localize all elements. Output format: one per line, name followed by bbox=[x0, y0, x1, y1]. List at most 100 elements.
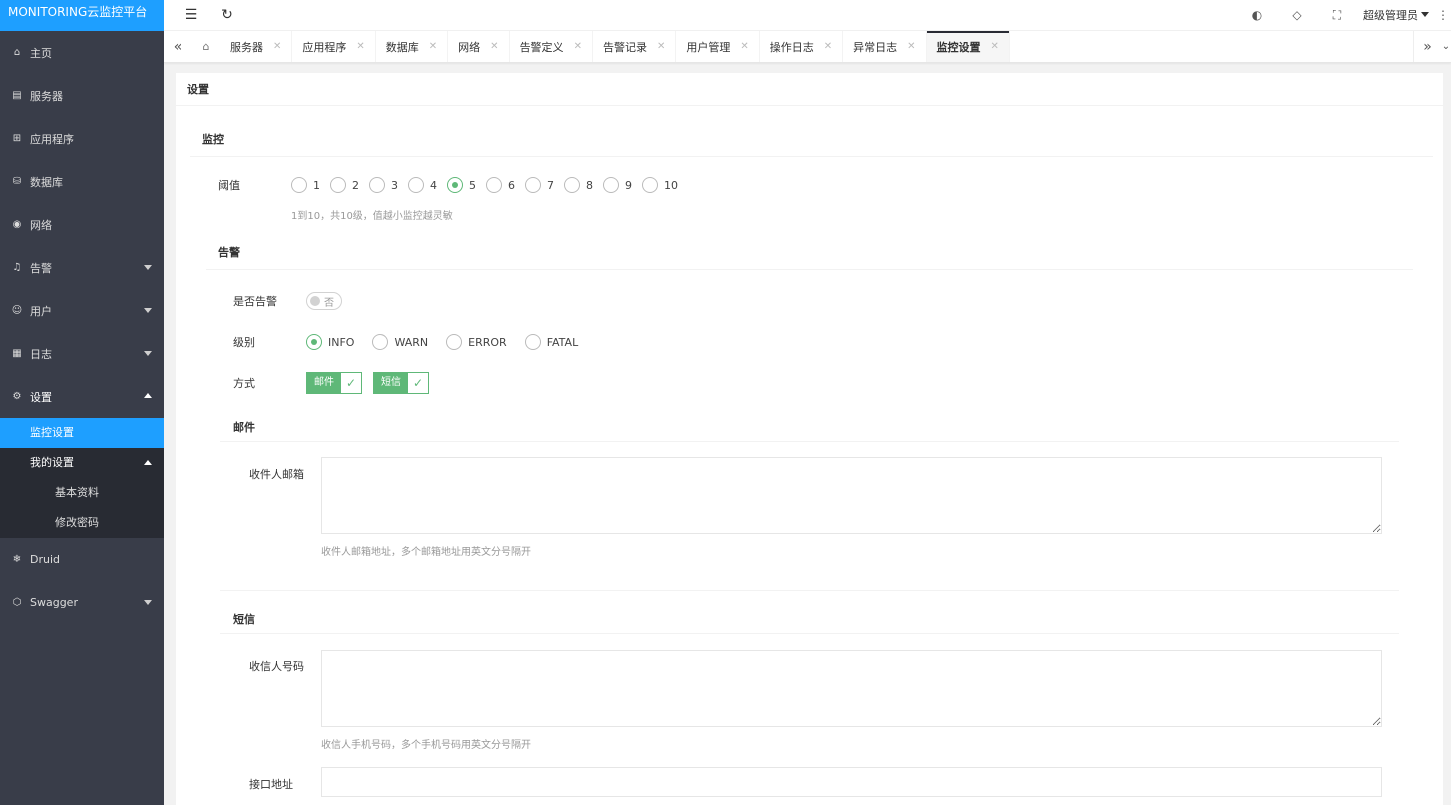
fullscreen-icon[interactable]: ⛶ bbox=[1317, 8, 1357, 23]
close-icon[interactable]: ✕ bbox=[740, 41, 748, 52]
method-mail-checkbox[interactable]: 邮件 ✓ bbox=[306, 372, 362, 394]
sidebar-item-swagger[interactable]: ⬡ Swagger bbox=[0, 581, 164, 624]
tab-alarm-definition[interactable]: 告警定义 ✕ bbox=[510, 31, 593, 62]
sidebar-item-profile[interactable]: 基本资料 bbox=[0, 478, 164, 508]
close-icon[interactable]: ✕ bbox=[429, 41, 437, 52]
sidebar-item-log[interactable]: ▦ 日志 bbox=[0, 332, 164, 375]
tab-label: 应用程序 bbox=[302, 40, 347, 54]
method-sms-checkbox[interactable]: 短信 ✓ bbox=[373, 372, 429, 394]
sidebar-item-label: 用户 bbox=[30, 304, 52, 318]
level-radio-fatal[interactable]: FATAL bbox=[524, 334, 578, 350]
tag-icon[interactable]: ◇ bbox=[1277, 8, 1317, 22]
refresh-icon[interactable]: ↻ bbox=[212, 7, 242, 23]
alarm-enable-switch[interactable]: 否 bbox=[306, 292, 342, 310]
sidebar: MONITORING云监控平台 ⌂ 主页 ▤ 服务器 ⊞ 应用程序 ⛁ 数据库 … bbox=[0, 0, 164, 805]
chevron-down-icon bbox=[144, 265, 152, 270]
close-icon[interactable]: ✕ bbox=[824, 41, 832, 52]
chevron-up-icon bbox=[144, 393, 152, 398]
admin-menu[interactable]: 超级管理员 bbox=[1357, 7, 1435, 23]
database-icon: ⛁ bbox=[12, 176, 22, 187]
threshold-radio-1[interactable]: 1 bbox=[291, 177, 320, 193]
radio-label: 4 bbox=[430, 178, 437, 192]
level-radio-warn[interactable]: WARN bbox=[372, 334, 428, 350]
tab-app[interactable]: 应用程序 ✕ bbox=[292, 31, 376, 62]
mail-recipient-hint: 收件人邮箱地址，多个邮箱地址用英文分号隔开 bbox=[321, 547, 531, 558]
radio-label: 3 bbox=[391, 178, 398, 192]
close-icon[interactable]: ✕ bbox=[907, 41, 915, 52]
sidebar-item-database[interactable]: ⛁ 数据库 bbox=[0, 160, 164, 203]
threshold-radio-5[interactable]: 5 bbox=[447, 177, 476, 193]
close-icon[interactable]: ✕ bbox=[657, 41, 665, 52]
monitor-title: 监控 bbox=[190, 123, 1433, 157]
tab-alarm-record[interactable]: 告警记录 ✕ bbox=[593, 31, 677, 62]
alarm-enable-row: 是否告警 否 bbox=[233, 292, 342, 310]
tab-network[interactable]: 网络 ✕ bbox=[448, 31, 510, 62]
threshold-radio-2[interactable]: 2 bbox=[330, 177, 359, 193]
close-icon[interactable]: ✕ bbox=[490, 41, 498, 52]
radio-circle-icon bbox=[603, 177, 619, 193]
more-icon[interactable]: ⋮ bbox=[1435, 8, 1451, 22]
sidebar-item-label: 服务器 bbox=[30, 89, 63, 103]
sidebar-item-druid[interactable]: ❄ Druid bbox=[0, 538, 164, 581]
settings-panel: 设置 监控 阈值 1 2 3 4 5 6 7 8 9 10 1到10，共10级，值越小监控越灵敏 … bbox=[176, 73, 1443, 805]
sidebar-item-user[interactable]: ☺ 用户 bbox=[0, 289, 164, 332]
mail-bottom-divider bbox=[220, 590, 1399, 591]
close-icon[interactable]: ✕ bbox=[991, 41, 999, 52]
radio-label: 2 bbox=[352, 178, 359, 192]
tab-label: 告警记录 bbox=[602, 40, 647, 54]
tab-home-icon[interactable]: ⌂ bbox=[192, 31, 220, 62]
switch-text: 否 bbox=[324, 298, 334, 309]
level-radio-info[interactable]: INFO bbox=[306, 334, 354, 350]
level-radio-error[interactable]: ERROR bbox=[446, 334, 507, 350]
sidebar-item-label: 日志 bbox=[30, 347, 52, 361]
tab-exception-log[interactable]: 异常日志 ✕ bbox=[843, 31, 927, 62]
tabs-scroll-right-icon[interactable]: » bbox=[1413, 31, 1441, 62]
mail-recipient-textarea[interactable] bbox=[321, 457, 1382, 534]
user-icon: ☺ bbox=[11, 305, 23, 316]
sidebar-item-settings[interactable]: ⚙ 设置 bbox=[0, 375, 164, 418]
mail-title: 邮件 bbox=[233, 421, 255, 434]
tab-label: 监控设置 bbox=[936, 40, 981, 54]
threshold-radio-6[interactable]: 6 bbox=[486, 177, 515, 193]
close-icon[interactable]: ✕ bbox=[356, 41, 364, 52]
sidebar-item-label: 应用程序 bbox=[30, 132, 74, 146]
sms-api-input[interactable] bbox=[321, 767, 1382, 797]
settings-submenu: 监控设置 我的设置 基本资料 修改密码 bbox=[0, 418, 164, 538]
chevron-down-icon bbox=[144, 351, 152, 356]
sidebar-item-app[interactable]: ⊞ 应用程序 bbox=[0, 117, 164, 160]
tab-label: 异常日志 bbox=[853, 40, 898, 54]
tab-operation-log[interactable]: 操作日志 ✕ bbox=[760, 31, 844, 62]
close-icon[interactable]: ✕ bbox=[574, 41, 582, 52]
sidebar-item-alarm[interactable]: ♫ 告警 bbox=[0, 246, 164, 289]
tab-database[interactable]: 数据库 ✕ bbox=[376, 31, 449, 62]
tab-server[interactable]: 服务器 ✕ bbox=[220, 31, 293, 62]
tabs-scroll-left-icon[interactable]: « bbox=[164, 31, 192, 62]
tab-label: 用户管理 bbox=[686, 40, 731, 54]
threshold-radio-7[interactable]: 7 bbox=[525, 177, 554, 193]
menu-toggle-icon[interactable]: ☰ bbox=[176, 7, 206, 23]
theme-icon[interactable]: ◐ bbox=[1237, 8, 1277, 22]
header-right: ◐ ◇ ⛶ 超级管理员 ⋮ bbox=[1237, 7, 1451, 23]
tabs-dropdown-icon[interactable]: ⌄ bbox=[1441, 31, 1451, 62]
sidebar-item-home[interactable]: ⌂ 主页 bbox=[0, 31, 164, 74]
threshold-radio-8[interactable]: 8 bbox=[564, 177, 593, 193]
sidebar-item-label: 告警 bbox=[30, 261, 52, 275]
sidebar-item-monitor-settings[interactable]: 监控设置 bbox=[0, 418, 164, 448]
threshold-radio-4[interactable]: 4 bbox=[408, 177, 437, 193]
chevron-down-icon bbox=[144, 308, 152, 313]
sidebar-item-my-settings[interactable]: 我的设置 bbox=[0, 448, 164, 478]
tab-monitor-settings[interactable]: 监控设置 ✕ bbox=[926, 31, 1010, 62]
close-icon[interactable]: ✕ bbox=[273, 41, 281, 52]
threshold-radio-3[interactable]: 3 bbox=[369, 177, 398, 193]
sidebar-item-network[interactable]: ◉ 网络 bbox=[0, 203, 164, 246]
radio-circle-icon bbox=[525, 177, 541, 193]
sidebar-item-label: 我的设置 bbox=[30, 456, 74, 469]
threshold-radio-10[interactable]: 10 bbox=[642, 177, 678, 193]
sidebar-item-password[interactable]: 修改密码 bbox=[0, 508, 164, 538]
tab-user-management[interactable]: 用户管理 ✕ bbox=[676, 31, 760, 62]
threshold-radio-9[interactable]: 9 bbox=[603, 177, 632, 193]
sms-recipient-textarea[interactable] bbox=[321, 650, 1382, 727]
sidebar-item-server[interactable]: ▤ 服务器 bbox=[0, 74, 164, 117]
app-logo[interactable]: MONITORING云监控平台 bbox=[0, 0, 164, 31]
radio-circle-icon bbox=[330, 177, 346, 193]
